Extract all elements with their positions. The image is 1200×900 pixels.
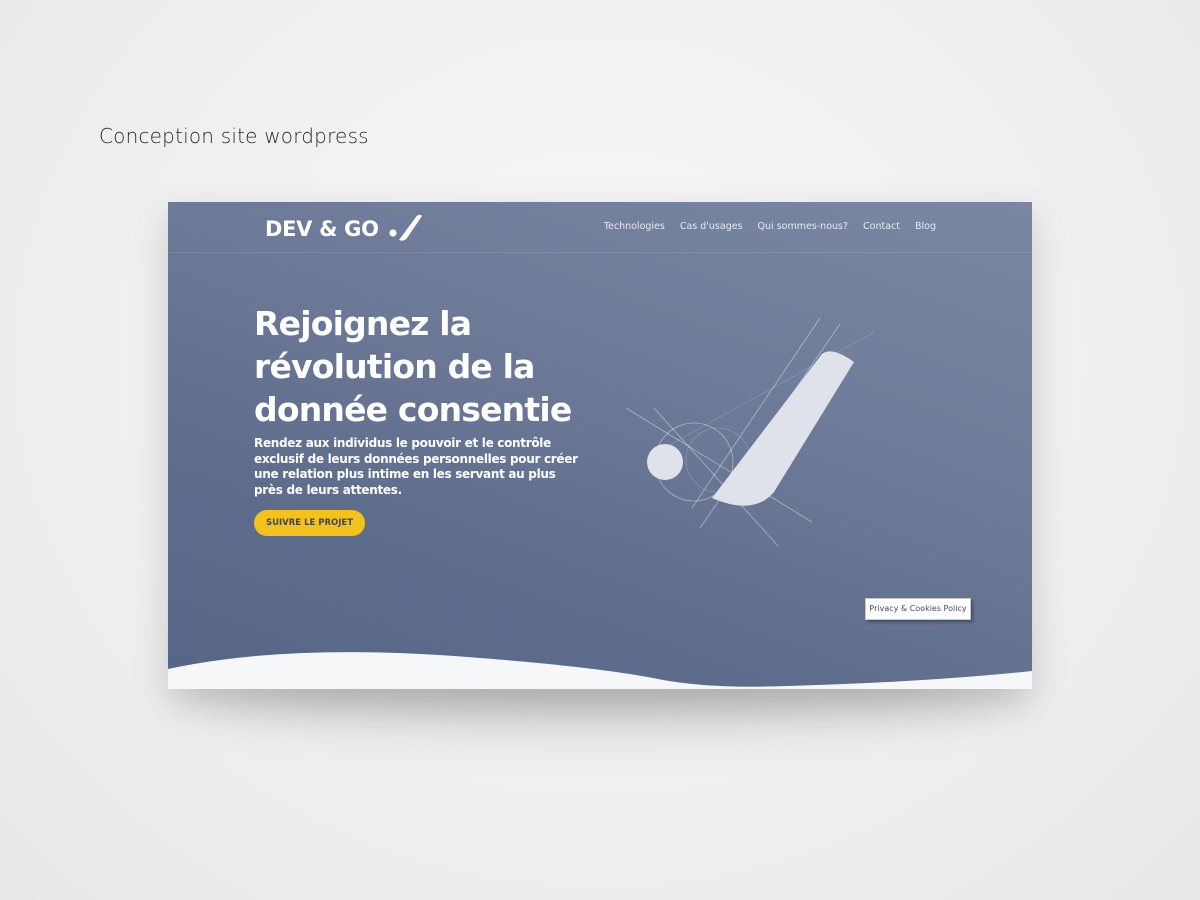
follow-project-button[interactable]: SUIVRE LE PROJET xyxy=(254,510,366,536)
main-nav: Technologies Cas d'usages Qui sommes-nou… xyxy=(604,221,936,232)
privacy-cookies-button[interactable]: Privacy & Cookies Policy xyxy=(865,598,971,620)
nav-item-qui-sommes-nous[interactable]: Qui sommes-nous? xyxy=(758,221,849,232)
nav-item-cas-usages[interactable]: Cas d'usages xyxy=(680,221,743,232)
site-logo[interactable]: DEV & GO xyxy=(265,214,429,244)
site-header: DEV & GO Technologies Cas d'usages Qui s… xyxy=(168,202,1032,253)
hero-illustration-icon xyxy=(625,317,875,547)
nav-item-technologies[interactable]: Technologies xyxy=(604,221,665,232)
hero-subtitle: Rendez aux individus le pouvoir et le co… xyxy=(254,436,578,497)
page-caption: Conception site wordpress xyxy=(99,124,369,148)
logo-checkmark-icon xyxy=(389,214,422,241)
hero-bottom-wave xyxy=(168,652,1032,689)
website-mockup: DEV & GO Technologies Cas d'usages Qui s… xyxy=(168,202,1032,689)
nav-item-contact[interactable]: Contact xyxy=(863,221,900,232)
logo-text: DEV & GO xyxy=(265,217,379,241)
nav-item-blog[interactable]: Blog xyxy=(915,221,936,232)
hero-title: Rejoignez la révolution de la donnée con… xyxy=(254,304,572,429)
